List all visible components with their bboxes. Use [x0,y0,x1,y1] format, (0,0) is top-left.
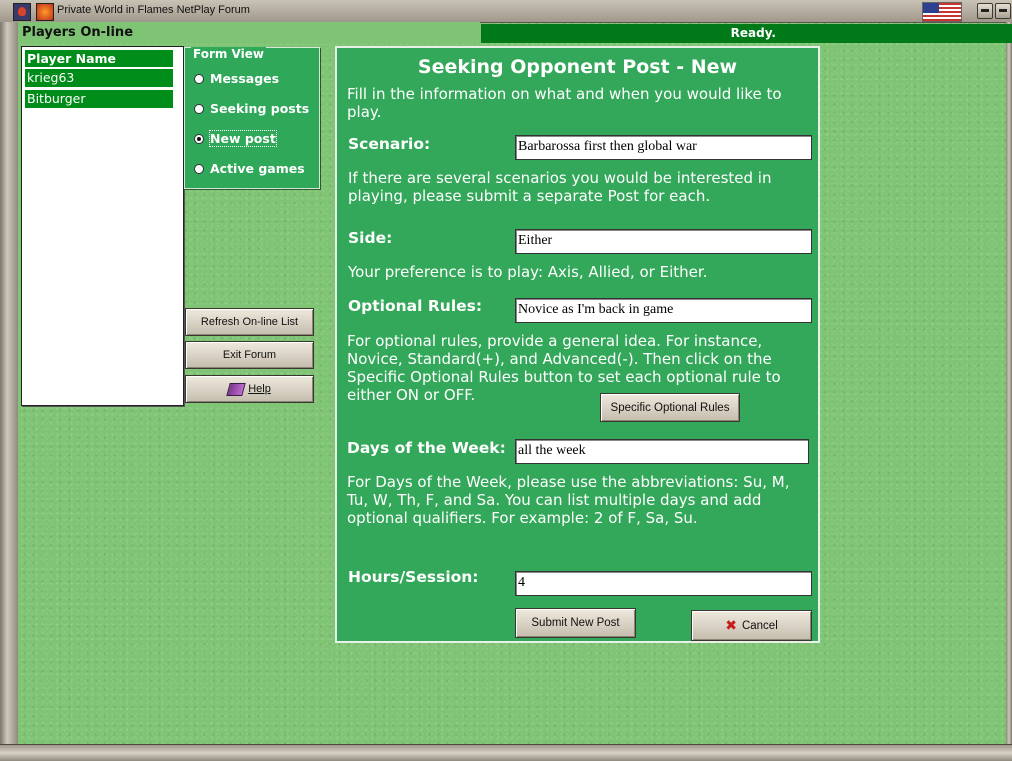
help-button-label: Help [248,383,271,395]
player-row[interactable]: Bitburger [24,89,174,109]
game-logo-icon [36,3,54,21]
players-online-title: Players On-line [22,25,134,40]
radio-label[interactable]: Seeking posts [210,101,309,116]
scenario-help: If there are several scenarios you would… [348,169,772,205]
frame-right-edge [1006,22,1012,760]
radio-label[interactable]: New post [209,130,277,147]
side-label: Side: [348,229,393,247]
radio-button[interactable] [194,164,204,174]
cancel-x-icon: ✖ [725,617,737,634]
optional-rules-help: For optional rules, provide a general id… [347,332,781,404]
player-row[interactable]: krieg63 [24,68,174,88]
help-book-icon [226,382,246,396]
window-title: Private World in Flames NetPlay Forum [57,4,250,16]
exit-forum-button[interactable]: Exit Forum [185,341,314,369]
cancel-button-label: Cancel [741,619,778,632]
players-header: Players On-line [18,22,480,44]
help-button[interactable]: Help [185,375,314,403]
side-input[interactable]: Either [515,229,812,254]
submit-new-post-button[interactable]: Submit New Post [515,608,636,638]
radio-button[interactable] [194,104,204,114]
radio-button-selected[interactable] [194,134,204,144]
maximize-button[interactable] [995,3,1011,19]
status-text: Ready. [730,26,776,40]
days-help: For Days of the Week, please use the abb… [347,473,790,527]
side-help: Your preference is to play: Axis, Allied… [348,263,708,281]
specific-optional-rules-button[interactable]: Specific Optional Rules [600,393,740,422]
frame-left-edge [0,22,18,760]
frame-bottom-edge [0,744,1012,761]
optional-rules-input[interactable]: Novice as I'm back in game [515,298,812,323]
days-label: Days of the Week: [347,439,506,457]
app-icon[interactable] [13,3,31,21]
days-input[interactable]: all the week [515,439,809,464]
form-intro: Fill in the information on what and when… [347,85,782,121]
optional-rules-label: Optional Rules: [348,297,483,315]
us-flag-icon [922,2,962,22]
refresh-online-list-button[interactable]: Refresh On-line List [185,308,314,336]
cancel-button[interactable]: ✖ Cancel [691,610,812,641]
player-list[interactable]: Player Name krieg63 Bitburger [21,46,184,406]
radio-label[interactable]: Active games [210,161,305,176]
hours-label: Hours/Session: [348,568,479,586]
form-view-group: Form View Messages Seeking posts New pos… [184,47,320,189]
status-bar: Ready. [481,24,1012,43]
form-view-legend: Form View [191,47,266,61]
hours-input[interactable]: 4 [515,571,812,596]
scenario-label: Scenario: [348,135,431,153]
minimize-button[interactable] [977,3,993,19]
scenario-input[interactable]: Barbarossa first then global war [515,135,812,160]
form-title: Seeking Opponent Post - New [417,56,738,78]
radio-button[interactable] [194,74,204,84]
new-post-form: Seeking Opponent Post - New Fill in the … [335,46,820,643]
player-list-header: Player Name [24,49,174,68]
radio-label[interactable]: Messages [210,71,279,86]
title-bar: Private World in Flames NetPlay Forum [0,0,1012,23]
